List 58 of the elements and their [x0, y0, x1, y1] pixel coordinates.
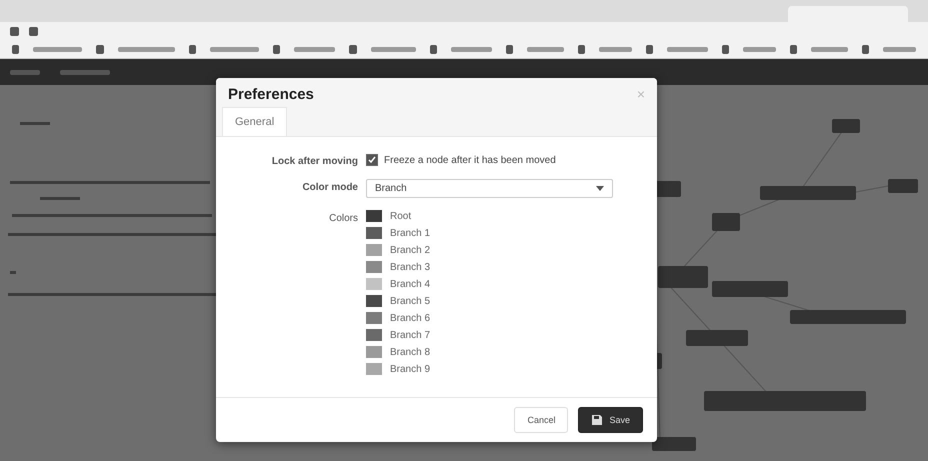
tab[interactable]: General	[222, 107, 288, 136]
save-icon	[591, 414, 604, 426]
bookmark-icon[interactable]	[273, 44, 280, 54]
bookmark-item[interactable]	[667, 46, 708, 52]
map-menu[interactable]	[60, 70, 110, 74]
caret-icon	[596, 186, 604, 191]
bookmark-item[interactable]	[811, 46, 848, 52]
color-label: Branch 5	[390, 296, 430, 306]
color-label: Branch 3	[390, 262, 430, 272]
bookmark-item[interactable]	[450, 46, 492, 52]
bookmark-icon[interactable]	[430, 44, 437, 54]
file-menu[interactable]	[10, 70, 40, 74]
bookmark-item[interactable]	[294, 46, 336, 52]
bookmark-icon[interactable]	[646, 44, 654, 54]
bookmark-icon[interactable]	[790, 44, 798, 54]
field-label: Color mode	[301, 181, 358, 195]
color-label: Branch 7	[390, 330, 430, 340]
bookmark-icon[interactable]	[722, 44, 730, 54]
color-swatch[interactable]	[366, 227, 382, 239]
bookmark-item[interactable]	[33, 46, 82, 52]
color-label: Branch 6	[390, 312, 430, 324]
bookmark-item[interactable]	[743, 46, 776, 52]
bookmark-item[interactable]	[599, 46, 632, 52]
color-swatch[interactable]	[366, 278, 382, 290]
color-label: Branch 1	[390, 228, 430, 238]
color-label: Branch 2	[390, 244, 430, 256]
color-label: Root	[390, 210, 412, 222]
color-swatch[interactable]	[366, 312, 382, 324]
field-label: Lock after moving	[270, 155, 358, 167]
color-swatch[interactable]	[366, 295, 382, 307]
cancel-button[interactable]: Cancel	[514, 407, 568, 433]
color-swatch[interactable]	[366, 346, 382, 358]
bookmark-icon[interactable]	[188, 44, 196, 54]
bookmark-icon[interactable]	[506, 44, 513, 54]
bookmark-item[interactable]	[210, 46, 260, 52]
bookmark-icon[interactable]	[862, 44, 870, 54]
bookmark-icon[interactable]	[578, 44, 586, 54]
color-swatch[interactable]	[366, 244, 382, 256]
checkbox-label: Freeze a node after it has been moved	[384, 154, 556, 166]
bookmark-icon[interactable]	[96, 44, 104, 54]
checkbox[interactable]	[366, 154, 378, 166]
color-mode-select[interactable]: Branch	[366, 179, 613, 198]
dialog-title: Preferences	[228, 86, 314, 103]
bookmark-item[interactable]	[118, 46, 175, 52]
color-label: Branch 4	[390, 278, 430, 290]
color-swatch[interactable]	[366, 363, 382, 375]
bookmark-icon[interactable]	[349, 44, 357, 54]
color-swatch[interactable]	[366, 261, 382, 273]
color-label: Branch 9	[390, 364, 430, 374]
save-button[interactable]: Save	[578, 407, 643, 433]
bookmark-item[interactable]	[370, 46, 416, 52]
field-label: Colors	[328, 212, 358, 226]
bookmark-item[interactable]	[883, 46, 916, 52]
bookmark-icon[interactable]	[12, 44, 20, 54]
bookmark-item[interactable]	[527, 46, 564, 52]
color-label: Branch 8	[390, 346, 430, 358]
color-swatch[interactable]	[366, 329, 382, 341]
color-swatch[interactable]	[366, 210, 382, 222]
